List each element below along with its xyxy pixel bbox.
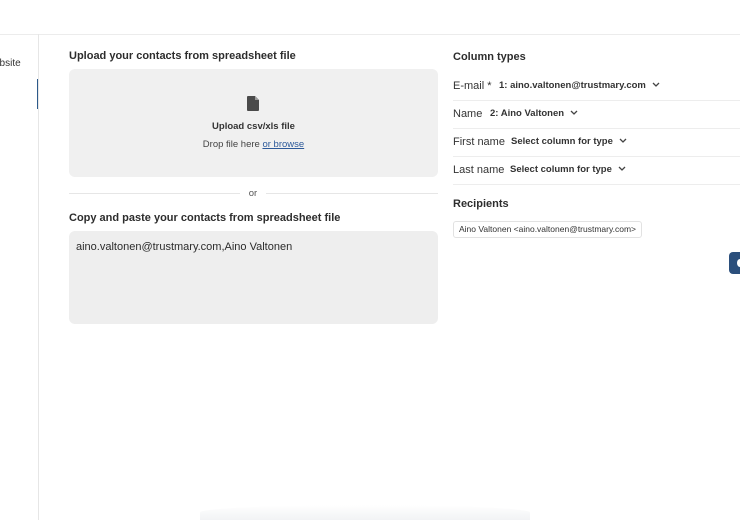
chevron-down-icon	[652, 82, 660, 87]
file-dropzone[interactable]: Upload csv/xls file Drop file here or br…	[69, 69, 438, 177]
file-icon	[247, 96, 259, 111]
sidebar-active-indicator	[37, 79, 38, 109]
divider-line-left	[69, 193, 240, 194]
feedback-side-button[interactable]	[729, 252, 740, 274]
or-divider-label: or	[248, 188, 258, 199]
sidebar-item-website[interactable]: ebsite	[0, 58, 21, 69]
divider-line-right	[266, 193, 438, 194]
upload-label: Upload csv/xls file	[212, 121, 295, 132]
column-type-row-email: E-mail * 1: aino.valtonen@trustmary.com	[453, 72, 740, 101]
chevron-down-icon	[619, 138, 627, 143]
column-type-label: Last name	[453, 164, 505, 176]
column-select-email[interactable]: 1: aino.valtonen@trustmary.com	[499, 80, 660, 91]
paste-contacts-textarea[interactable]: aino.valtonen@trustmary.com,Aino Valtone…	[69, 231, 438, 324]
column-select-value: 2: Aino Valtonen	[490, 108, 565, 119]
column-type-row-last-name: Last name Select column for type	[453, 156, 740, 185]
column-select-value: Select column for type	[510, 164, 612, 175]
column-type-label: Name	[453, 108, 483, 120]
column-select-last-name[interactable]: Select column for type	[510, 164, 626, 175]
chevron-down-icon	[570, 110, 578, 115]
paste-section-title: Copy and paste your contacts from spread…	[69, 212, 341, 224]
browse-link[interactable]: or browse	[262, 139, 304, 150]
column-select-first-name[interactable]: Select column for type	[511, 136, 627, 147]
top-bar	[0, 0, 740, 35]
recipients-title: Recipients	[453, 198, 509, 210]
column-select-value: Select column for type	[511, 136, 613, 147]
sidebar: ebsite	[0, 34, 39, 520]
column-type-row-first-name: First name Select column for type	[453, 128, 740, 157]
column-type-label: E-mail *	[453, 80, 492, 92]
column-types-title: Column types	[453, 51, 526, 63]
upload-section-title: Upload your contacts from spreadsheet fi…	[69, 50, 296, 62]
drop-instructions: Drop file here or browse	[69, 139, 438, 150]
column-type-label: First name	[453, 136, 505, 148]
recipient-chip: Aino Valtonen <aino.valtonen@trustmary.c…	[453, 221, 642, 238]
chevron-down-icon	[618, 166, 626, 171]
column-select-name[interactable]: 2: Aino Valtonen	[490, 108, 578, 119]
bottom-shadow	[200, 505, 530, 520]
column-select-value: 1: aino.valtonen@trustmary.com	[499, 80, 646, 91]
column-type-row-name: Name 2: Aino Valtonen	[453, 100, 740, 129]
drop-text: Drop file here	[202, 139, 260, 150]
